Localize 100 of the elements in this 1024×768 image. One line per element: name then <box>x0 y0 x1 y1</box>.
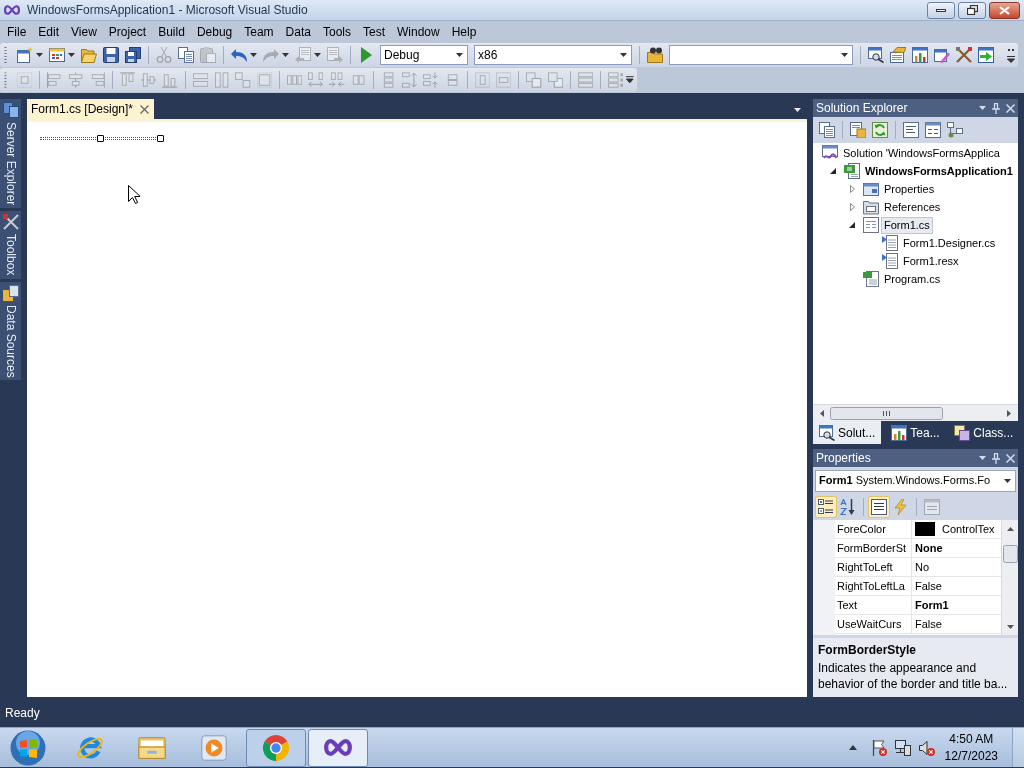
caret-icon[interactable] <box>848 745 857 750</box>
property-value[interactable]: ControlTex <box>942 520 995 538</box>
taskbar-button[interactable] <box>246 728 306 767</box>
menu-item[interactable]: Project <box>102 23 153 41</box>
menu-item[interactable]: Edit <box>32 23 66 41</box>
description-title: FormBorderStyle <box>818 642 918 658</box>
tree-item[interactable]: Solution 'WindowsFormsApplica <box>840 144 1003 162</box>
taskbar-button[interactable] <box>308 728 368 767</box>
folder-binoculars-icon[interactable] <box>647 47 663 63</box>
expander-icon[interactable] <box>830 168 836 174</box>
chart-window-icon[interactable] <box>912 47 928 63</box>
side-tab[interactable]: Toolbox <box>0 211 21 279</box>
search-combo-field[interactable] <box>669 45 853 65</box>
diagram-icon[interactable] <box>947 122 963 138</box>
tree-item[interactable]: Form1.resx <box>900 252 962 270</box>
tree-item[interactable]: References <box>881 198 944 216</box>
toolbar-overflow-icon[interactable] <box>1007 47 1015 63</box>
refresh-icon[interactable] <box>872 122 888 138</box>
menu-item[interactable]: Team <box>238 23 280 41</box>
window-pencil-icon[interactable] <box>934 47 950 63</box>
expander-icon[interactable] <box>849 222 855 228</box>
property-value[interactable]: None <box>915 539 943 557</box>
object-selector[interactable]: Form1 System.Windows.Forms.Fo <box>815 469 1016 492</box>
caret-icon[interactable] <box>794 108 801 112</box>
close-icon[interactable] <box>140 104 150 114</box>
close-button[interactable] <box>989 1 1020 19</box>
window-magnifier-icon[interactable] <box>868 47 884 63</box>
tree-item[interactable]: Properties <box>881 180 938 198</box>
side-tab[interactable]: Data Sources <box>0 281 21 381</box>
undo-icon[interactable] <box>231 47 247 63</box>
scrollbar-track[interactable] <box>1001 520 1018 635</box>
open-folder-icon[interactable] <box>81 47 97 63</box>
form-page-icon[interactable] <box>925 122 941 138</box>
menu-item[interactable]: File <box>1 23 33 41</box>
caret-icon[interactable] <box>620 53 627 57</box>
grid-window-icon[interactable] <box>49 47 65 63</box>
crossed-tools-icon[interactable] <box>956 47 972 63</box>
toolbar-grip[interactable] <box>4 72 7 88</box>
menu-item[interactable]: Test <box>356 23 391 41</box>
menu-item[interactable]: Tools <box>316 23 357 41</box>
resize-handle[interactable] <box>157 135 164 142</box>
resize-handle[interactable] <box>97 135 104 142</box>
linked-file-icon <box>882 235 898 251</box>
status-text: Ready <box>5 705 40 722</box>
tree-item[interactable]: Form1.Designer.cs <box>900 234 999 252</box>
caret-icon[interactable] <box>250 53 257 57</box>
panel-title: Properties <box>816 450 872 467</box>
arrow-window-icon[interactable] <box>978 47 994 63</box>
tree-item[interactable]: WindowsFormsApplication1 <box>862 162 1016 180</box>
minimize-button[interactable] <box>927 1 955 19</box>
speaker-icon[interactable] <box>918 739 935 756</box>
new-window-icon[interactable] <box>17 47 33 63</box>
save-icon[interactable] <box>103 47 119 63</box>
caret-icon[interactable] <box>456 53 463 57</box>
menu-item[interactable]: Build <box>152 23 191 41</box>
scrollbar-track[interactable] <box>813 404 1018 421</box>
document-tab[interactable]: Form1.cs [Design]* <box>27 99 155 119</box>
scroll-left-icon[interactable] <box>820 409 824 417</box>
menu-item[interactable]: Debug <box>190 23 239 41</box>
menu-item[interactable]: View <box>65 23 103 41</box>
caret-icon[interactable] <box>1004 478 1011 483</box>
pin-icon[interactable] <box>992 452 1000 464</box>
panel-tab[interactable]: Class... <box>949 421 1018 444</box>
scroll-right-icon[interactable] <box>1007 409 1011 417</box>
play-icon[interactable] <box>358 47 374 63</box>
restore-button[interactable] <box>958 1 986 19</box>
diagram-icon <box>954 424 971 441</box>
panel-tab[interactable]: Solut... <box>813 421 882 444</box>
property-value[interactable]: No <box>915 558 930 576</box>
save-all-icon[interactable] <box>125 47 141 63</box>
menu-item[interactable]: Help <box>445 23 483 41</box>
side-tab[interactable]: Server Explorer <box>0 99 21 209</box>
tree-item[interactable]: Program.cs <box>881 270 944 288</box>
property-value[interactable]: False <box>915 615 942 633</box>
scrollbar-thumb[interactable] <box>1002 545 1018 563</box>
toolbar-grip[interactable] <box>4 47 7 63</box>
caret-icon[interactable] <box>841 53 848 57</box>
dropdown[interactable]: x86 <box>474 45 632 65</box>
code-page-icon[interactable] <box>903 122 919 138</box>
network-icon[interactable] <box>894 739 911 756</box>
caret-icon[interactable] <box>36 53 43 57</box>
menu-item[interactable]: Window <box>391 23 446 41</box>
scrollbar-thumb[interactable] <box>830 406 943 420</box>
card-stack-icon[interactable] <box>890 47 906 63</box>
scroll-up-icon[interactable] <box>1006 527 1014 531</box>
property-value[interactable]: Form1 <box>915 596 949 614</box>
clock-date: 12/7/2023 <box>944 747 998 765</box>
pin-icon[interactable] <box>992 102 1000 114</box>
flag-icon[interactable] <box>870 739 887 756</box>
scroll-down-icon[interactable] <box>1006 625 1014 629</box>
caret-icon[interactable] <box>68 53 75 57</box>
menu-item[interactable]: Data <box>279 23 317 41</box>
properties-page-icon[interactable] <box>850 122 866 138</box>
dropdown[interactable]: Debug <box>380 45 468 65</box>
tree-item[interactable]: Form1.cs <box>881 216 933 234</box>
toolbar-overflow-icon[interactable] <box>626 76 635 84</box>
property-value[interactable]: False <box>915 577 942 595</box>
copy-icon[interactable] <box>178 47 194 63</box>
page-stack-icon[interactable] <box>819 122 835 138</box>
panel-tab[interactable]: Tea... <box>881 421 950 444</box>
